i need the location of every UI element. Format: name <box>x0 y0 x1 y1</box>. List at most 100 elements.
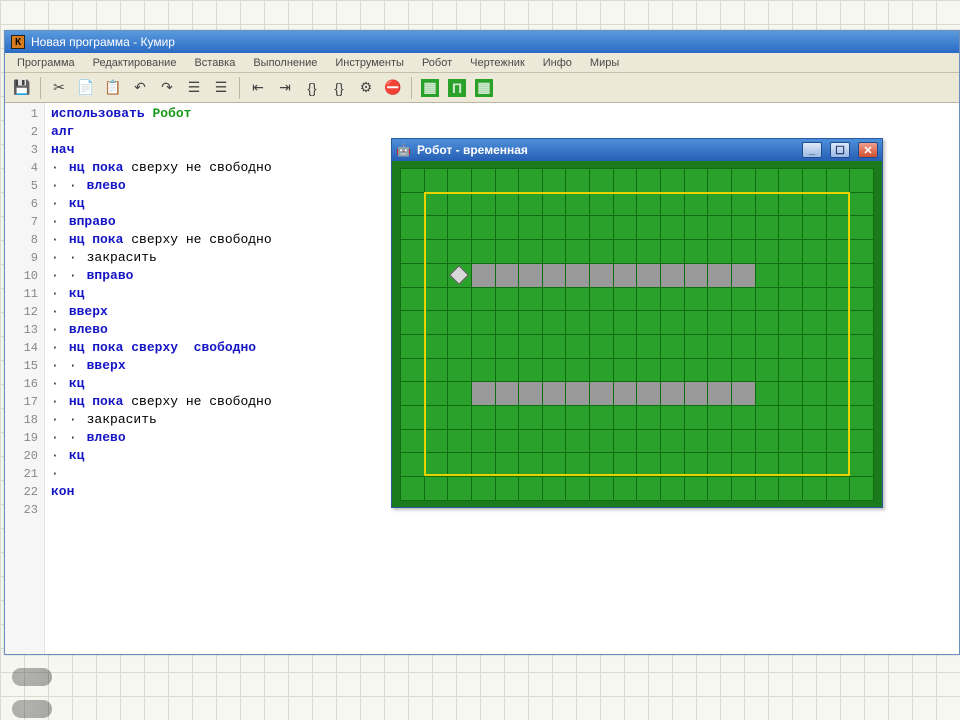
grid-cell[interactable] <box>661 358 685 382</box>
grid-cell[interactable] <box>661 216 685 240</box>
grid-cell[interactable] <box>731 192 755 216</box>
grid-cell[interactable] <box>661 287 685 311</box>
grid-cell[interactable] <box>850 429 874 453</box>
grid-cell[interactable] <box>850 453 874 477</box>
grid-cell[interactable] <box>779 334 803 358</box>
grid-cell[interactable] <box>731 216 755 240</box>
grid-cell[interactable] <box>684 263 708 287</box>
grid-cell[interactable] <box>590 240 614 264</box>
indent-in-icon[interactable]: ⇤ <box>245 76 271 100</box>
grid-cell[interactable] <box>731 429 755 453</box>
menu-вставка[interactable]: Вставка <box>186 55 243 71</box>
grid-cell[interactable] <box>495 287 519 311</box>
grid-cell[interactable] <box>542 405 566 429</box>
grid-cell[interactable] <box>448 311 472 335</box>
grid-cell[interactable] <box>661 429 685 453</box>
grid-cell[interactable] <box>401 263 425 287</box>
grid-cell[interactable] <box>542 169 566 193</box>
grid-cell[interactable] <box>731 311 755 335</box>
grid-cell[interactable] <box>637 216 661 240</box>
grid-cell[interactable] <box>779 287 803 311</box>
grid-cell[interactable] <box>424 382 448 406</box>
grid-cell[interactable] <box>590 263 614 287</box>
grid-cell[interactable] <box>495 405 519 429</box>
menu-выполнение[interactable]: Выполнение <box>245 55 325 71</box>
grid-cell[interactable] <box>590 382 614 406</box>
grid-cell[interactable] <box>566 263 590 287</box>
grid-cell[interactable] <box>755 311 779 335</box>
grid-cell[interactable] <box>590 453 614 477</box>
grid-cell[interactable] <box>471 240 495 264</box>
grid-cell[interactable] <box>779 169 803 193</box>
grid-cell[interactable] <box>684 453 708 477</box>
grid-cell[interactable] <box>850 405 874 429</box>
align-right-icon[interactable]: ☰ <box>208 76 234 100</box>
grid-cell[interactable] <box>684 405 708 429</box>
grid-cell[interactable] <box>708 169 732 193</box>
grid-cell[interactable] <box>850 169 874 193</box>
grid-cell[interactable] <box>448 216 472 240</box>
code-line[interactable]: использовать Робот <box>51 105 953 123</box>
field1-icon[interactable]: ▦ <box>417 76 443 100</box>
grid-cell[interactable] <box>448 192 472 216</box>
grid-cell[interactable] <box>448 169 472 193</box>
grid-cell[interactable] <box>731 453 755 477</box>
grid-cell[interactable] <box>613 263 637 287</box>
grid-cell[interactable] <box>755 405 779 429</box>
grid-cell[interactable] <box>495 429 519 453</box>
grid-cell[interactable] <box>424 240 448 264</box>
grid-cell[interactable] <box>802 358 826 382</box>
grid-cell[interactable] <box>566 287 590 311</box>
grid-cell[interactable] <box>401 453 425 477</box>
grid-cell[interactable] <box>755 429 779 453</box>
grid-cell[interactable] <box>731 334 755 358</box>
grid-cell[interactable] <box>471 216 495 240</box>
grid-cell[interactable] <box>495 477 519 501</box>
grid-cell[interactable] <box>471 334 495 358</box>
grid-cell[interactable] <box>401 429 425 453</box>
grid-cell[interactable] <box>519 169 543 193</box>
grid-cell[interactable] <box>850 192 874 216</box>
grid-cell[interactable] <box>637 405 661 429</box>
grid-cell[interactable] <box>779 358 803 382</box>
grid-cell[interactable] <box>684 169 708 193</box>
grid-cell[interactable] <box>401 477 425 501</box>
grid-cell[interactable] <box>802 477 826 501</box>
grid-cell[interactable] <box>566 477 590 501</box>
grid-cell[interactable] <box>590 311 614 335</box>
grid-cell[interactable] <box>495 311 519 335</box>
grid-cell[interactable] <box>850 311 874 335</box>
grid-cell[interactable] <box>401 192 425 216</box>
grid-cell[interactable] <box>566 192 590 216</box>
grid-cell[interactable] <box>495 240 519 264</box>
grid-cell[interactable] <box>661 311 685 335</box>
grid-cell[interactable] <box>637 263 661 287</box>
grid-cell[interactable] <box>637 453 661 477</box>
grid-cell[interactable] <box>448 287 472 311</box>
grid-cell[interactable] <box>637 382 661 406</box>
grid-cell[interactable] <box>448 382 472 406</box>
grid-cell[interactable] <box>424 311 448 335</box>
grid-cell[interactable] <box>826 169 850 193</box>
grid-cell[interactable] <box>779 240 803 264</box>
grid-cell[interactable] <box>637 287 661 311</box>
grid-cell[interactable] <box>826 311 850 335</box>
grid-cell[interactable] <box>850 216 874 240</box>
grid-cell[interactable] <box>590 334 614 358</box>
grid-cell[interactable] <box>471 429 495 453</box>
grid-cell[interactable] <box>755 334 779 358</box>
grid-cell[interactable] <box>566 169 590 193</box>
grid-cell[interactable] <box>684 216 708 240</box>
grid-cell[interactable] <box>826 358 850 382</box>
grid-cell[interactable] <box>471 358 495 382</box>
grid-cell[interactable] <box>542 263 566 287</box>
grid-cell[interactable] <box>590 429 614 453</box>
grid-cell[interactable] <box>401 405 425 429</box>
minimize-button[interactable]: _ <box>802 142 822 158</box>
grid-cell[interactable] <box>661 405 685 429</box>
copy-icon[interactable]: 📄 <box>73 76 99 100</box>
grid-cell[interactable] <box>471 477 495 501</box>
grid-cell[interactable] <box>637 429 661 453</box>
grid-cell[interactable] <box>755 477 779 501</box>
grid-cell[interactable] <box>708 311 732 335</box>
